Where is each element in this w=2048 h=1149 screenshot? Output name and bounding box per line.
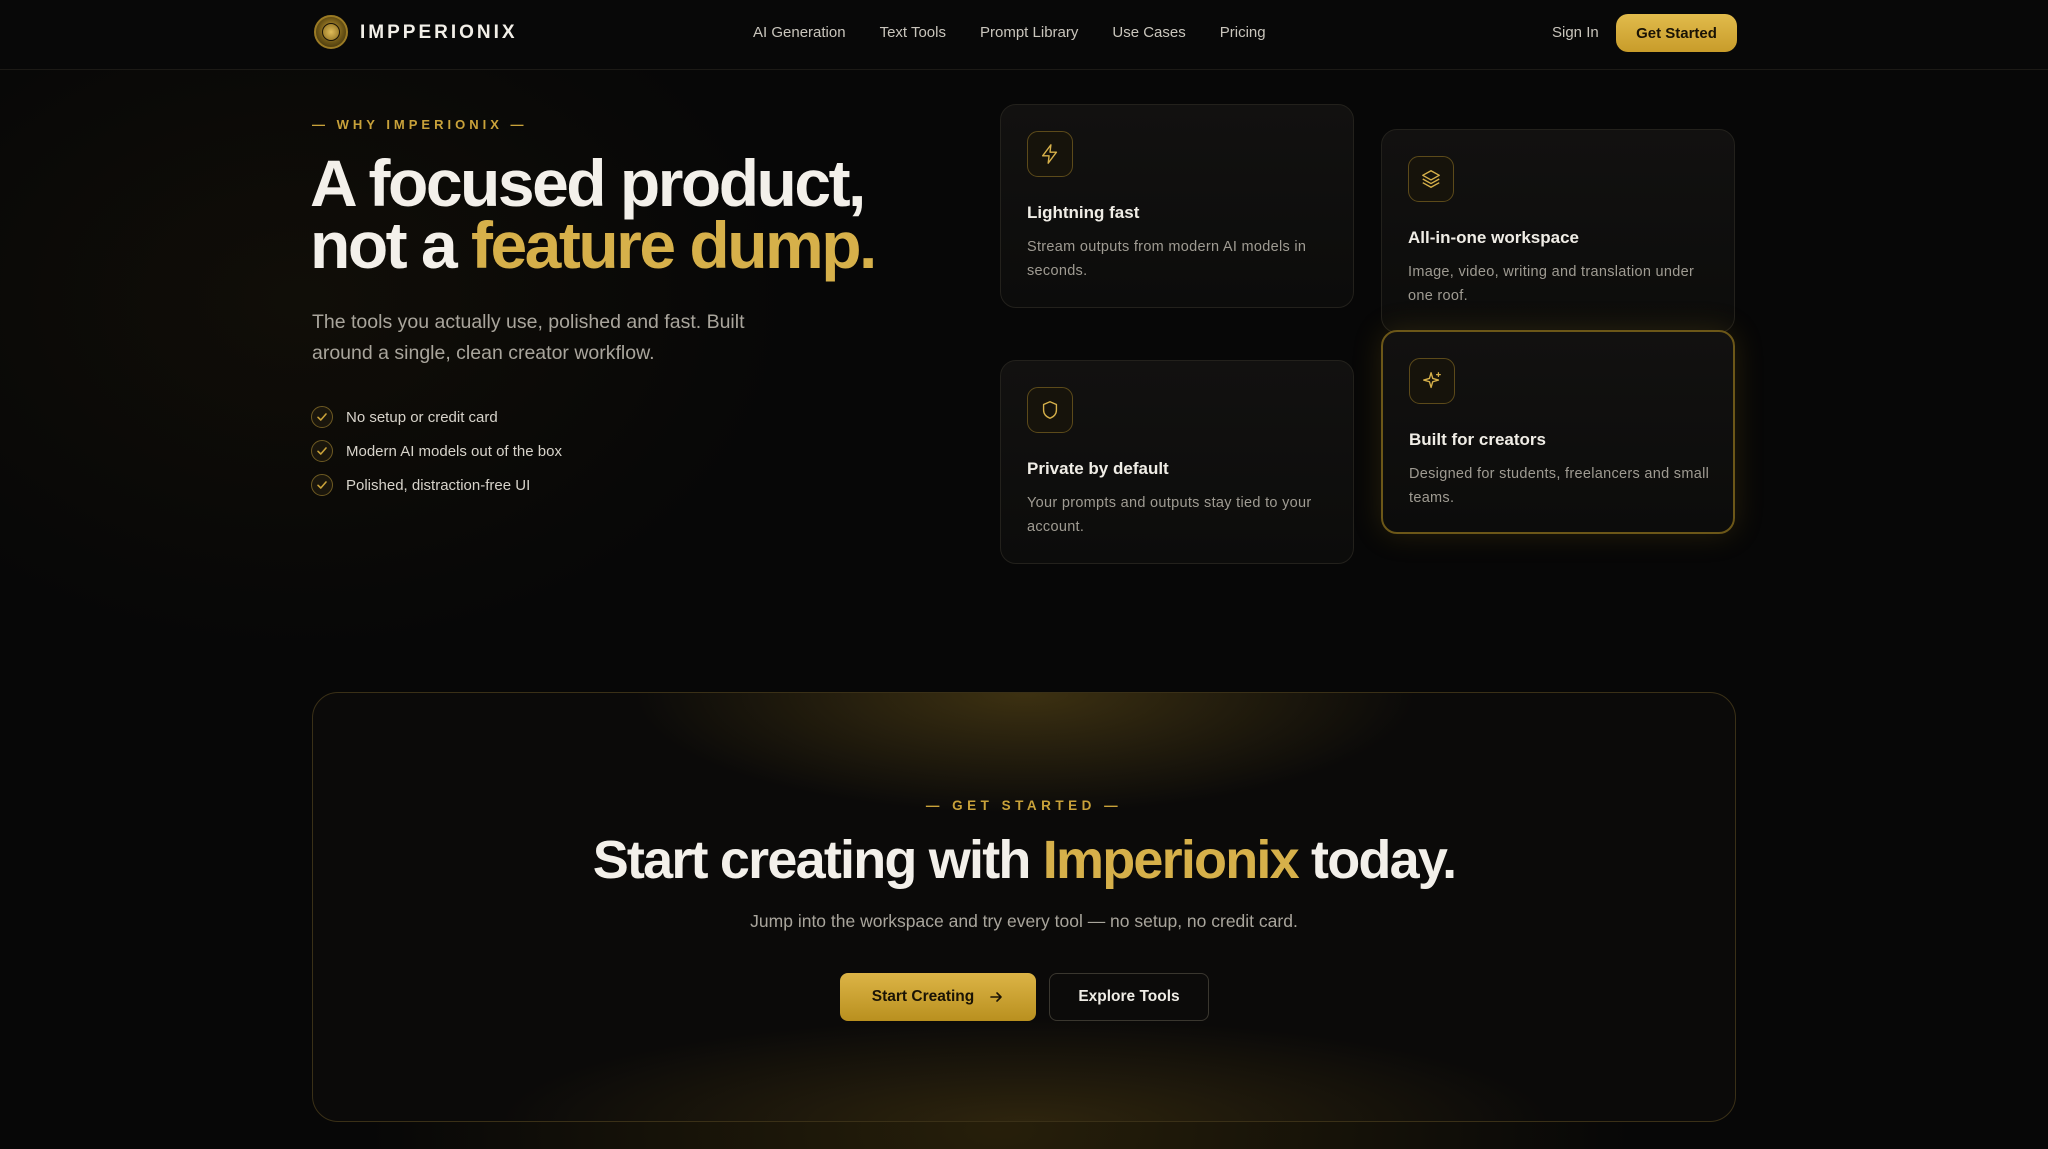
nav-link-pricing[interactable]: Pricing bbox=[1220, 24, 1266, 41]
cta-subtitle: Jump into the workspace and try every to… bbox=[750, 911, 1298, 931]
nav-link-text-tools[interactable]: Text Tools bbox=[880, 24, 946, 41]
cta-title-highlight: Imperionix bbox=[1042, 830, 1300, 890]
top-navbar: IMPPERIONIX AI Generation Text Tools Pro… bbox=[0, 0, 2048, 70]
page: IMPPERIONIX AI Generation Text Tools Pro… bbox=[0, 0, 2048, 1149]
benefit-text: No setup or credit card bbox=[346, 408, 498, 426]
headline-line2-prefix: not a bbox=[310, 208, 471, 282]
shield-icon bbox=[1027, 387, 1073, 433]
brand-name[interactable]: IMPPERIONIX bbox=[360, 22, 518, 44]
feature-desc: Your prompts and outputs stay tied to yo… bbox=[1027, 495, 1312, 535]
hero-subcopy: The tools you actually use, polished and… bbox=[312, 311, 745, 364]
feature-card-all-in-one: All-in-one workspace Image, video, writi… bbox=[1381, 129, 1735, 333]
feature-title: All-in-one workspace bbox=[1408, 228, 1579, 247]
cta-eyebrow: — GET STARTED — bbox=[925, 798, 1123, 813]
cta-title-suffix: today. bbox=[1297, 830, 1457, 890]
lightning-icon bbox=[1027, 131, 1073, 177]
feature-title: Lightning fast bbox=[1027, 203, 1140, 222]
arrow-right-icon bbox=[990, 992, 1003, 1002]
check-icon bbox=[311, 406, 333, 428]
check-icon bbox=[311, 440, 333, 462]
feature-desc: Stream outputs from modern AI models in … bbox=[1027, 239, 1307, 279]
benefit-item: Polished, distraction-free UI bbox=[311, 468, 562, 502]
benefit-text: Modern AI models out of the box bbox=[346, 442, 562, 460]
sign-in-link[interactable]: Sign In bbox=[1552, 24, 1599, 41]
cta-title: Start creating with Imperionix today. bbox=[313, 829, 1735, 891]
nav-link-prompt-library[interactable]: Prompt Library bbox=[980, 24, 1078, 41]
cta-panel: — GET STARTED — Start creating with Impe… bbox=[312, 692, 1736, 1122]
feature-card-private: Private by default Your prompts and outp… bbox=[1000, 360, 1354, 564]
benefit-item: No setup or credit card bbox=[311, 400, 562, 434]
nav-links: AI Generation Text Tools Prompt Library … bbox=[753, 24, 1300, 41]
explore-tools-button[interactable]: Explore Tools bbox=[1049, 973, 1209, 1021]
headline-highlight: feature dump. bbox=[471, 208, 877, 282]
sparkle-icon bbox=[1409, 358, 1455, 404]
nav-link-use-cases[interactable]: Use Cases bbox=[1112, 24, 1185, 41]
hero-headline: A focused product, not a feature dump. bbox=[310, 150, 1010, 278]
section-eyebrow: — WHY IMPERIONIX — bbox=[312, 117, 528, 132]
feature-title: Private by default bbox=[1027, 459, 1169, 478]
benefit-item: Modern AI models out of the box bbox=[311, 434, 562, 468]
feature-desc: Image, video, writing and translation un… bbox=[1408, 264, 1695, 304]
feature-desc: Designed for students, freelancers and s… bbox=[1409, 466, 1710, 506]
check-icon bbox=[311, 474, 333, 496]
start-creating-label: Start Creating bbox=[871, 988, 975, 1005]
benefit-text: Polished, distraction-free UI bbox=[346, 476, 531, 494]
cta-title-prefix: Start creating with bbox=[592, 830, 1043, 890]
benefit-list: No setup or credit card Modern AI models… bbox=[311, 400, 562, 502]
logo-icon[interactable] bbox=[314, 15, 348, 49]
feature-title: Built for creators bbox=[1409, 430, 1546, 449]
get-started-button[interactable]: Get Started bbox=[1616, 14, 1737, 52]
start-creating-button[interactable]: Start Creating bbox=[840, 973, 1036, 1021]
nav-link-ai-generation[interactable]: AI Generation bbox=[753, 24, 846, 41]
layers-icon bbox=[1408, 156, 1454, 202]
feature-card-creators: Built for creators Designed for students… bbox=[1381, 330, 1735, 534]
feature-card-lightning-fast: Lightning fast Stream outputs from moder… bbox=[1000, 104, 1354, 308]
